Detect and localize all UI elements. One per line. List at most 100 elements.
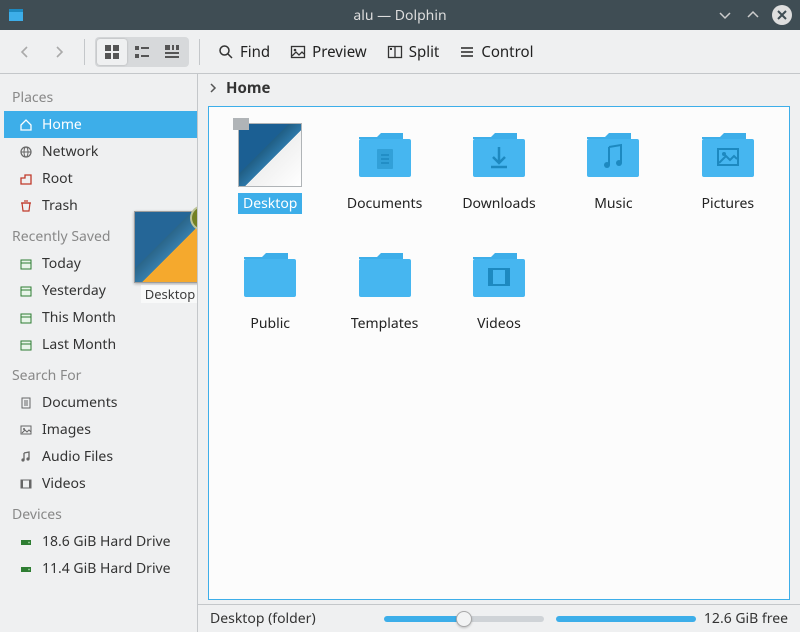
folder-icon	[238, 243, 302, 307]
toolbar: Find Preview Split Control	[0, 30, 800, 74]
search-icon	[218, 44, 234, 60]
preview-label: Preview	[312, 42, 367, 62]
folder-icon	[353, 123, 417, 187]
view-mode-group	[95, 37, 189, 67]
folder-icon	[696, 123, 760, 187]
file-item[interactable]: Videos	[446, 241, 552, 351]
drive-icon	[18, 534, 34, 550]
file-label: Desktop	[238, 193, 302, 214]
control-label: Control	[481, 42, 533, 62]
free-space-text: 12.6 GiB free	[704, 609, 788, 628]
calendar-icon	[18, 337, 34, 353]
sidebar-section-header: Recently Saved	[4, 219, 197, 250]
file-item[interactable]: Desktop	[217, 121, 323, 231]
file-label: Downloads	[457, 193, 540, 214]
free-space-indicator: 12.6 GiB free	[556, 609, 788, 628]
calendar-icon	[18, 283, 34, 299]
preview-button[interactable]: Preview	[282, 38, 375, 66]
file-item[interactable]: Downloads	[446, 121, 552, 231]
sidebar-item[interactable]: Today	[4, 250, 197, 277]
file-label: Public	[245, 313, 295, 334]
sidebar-item[interactable]: Last Month	[4, 331, 197, 358]
close-button[interactable]	[772, 5, 792, 25]
maximize-button[interactable]	[744, 6, 762, 24]
sidebar-item-label: Network	[42, 142, 98, 161]
app-icon	[8, 7, 24, 23]
sidebar-item[interactable]: Images	[4, 416, 197, 443]
nav-forward-button[interactable]	[44, 41, 74, 63]
statusbar: Desktop (folder) 12.6 GiB free	[198, 604, 800, 632]
sidebar-item-label: Yesterday	[42, 281, 106, 300]
breadcrumb-home[interactable]: Home	[226, 78, 270, 98]
file-label: Pictures	[696, 193, 759, 214]
control-button[interactable]: Control	[451, 38, 541, 66]
file-item[interactable]: Pictures	[675, 121, 781, 231]
sidebar-item[interactable]: Audio Files	[4, 443, 197, 470]
sidebar-item-label: This Month	[42, 308, 116, 327]
root-icon	[18, 171, 34, 187]
doc-icon	[18, 395, 34, 411]
sidebar-item-label: Last Month	[42, 335, 116, 354]
sidebar-item[interactable]: Videos	[4, 470, 197, 497]
breadcrumb[interactable]: Home	[198, 74, 800, 102]
titlebar: alu — Dolphin	[0, 0, 800, 30]
folder-icon	[353, 243, 417, 307]
preview-icon	[290, 44, 306, 60]
icon-view[interactable]: Desktop Documents Downloads Music Pictur…	[208, 106, 790, 600]
sidebar-item[interactable]: Network	[4, 138, 197, 165]
network-icon	[18, 144, 34, 160]
sidebar-item[interactable]: This Month	[4, 304, 197, 331]
toolbar-separator	[84, 39, 85, 65]
drive-icon	[18, 561, 34, 577]
desktop-thumbnail	[238, 123, 302, 187]
sidebar-item[interactable]: Home	[4, 111, 197, 138]
nav-back-button[interactable]	[10, 41, 40, 63]
split-icon	[387, 44, 403, 60]
audio-icon	[18, 449, 34, 465]
file-label: Templates	[346, 313, 424, 334]
file-item[interactable]: Templates	[331, 241, 437, 351]
minimize-button[interactable]	[716, 6, 734, 24]
chevron-right-icon	[208, 78, 218, 98]
sidebar-item-label: 18.6 GiB Hard Drive	[42, 532, 171, 551]
home-icon	[18, 117, 34, 133]
sidebar-item-label: Images	[42, 420, 91, 439]
file-item[interactable]: Documents	[331, 121, 437, 231]
details-view-button[interactable]	[157, 39, 187, 65]
split-label: Split	[409, 42, 440, 62]
sidebar-item[interactable]: 11.4 GiB Hard Drive	[4, 555, 197, 582]
sidebar-section-header: Devices	[4, 497, 197, 528]
sidebar-item[interactable]: Trash	[4, 192, 197, 219]
video-icon	[18, 476, 34, 492]
trash-icon	[18, 198, 34, 214]
calendar-icon	[18, 310, 34, 326]
main-area: PlacesHomeNetworkRootTrashRecently Saved…	[0, 74, 800, 632]
file-label: Videos	[472, 313, 526, 334]
zoom-slider[interactable]	[384, 616, 544, 622]
find-button[interactable]: Find	[210, 38, 278, 66]
file-item[interactable]: Public	[217, 241, 323, 351]
sidebar-item[interactable]: Yesterday	[4, 277, 197, 304]
icons-view-button[interactable]	[97, 39, 127, 65]
folder-icon	[467, 123, 531, 187]
sidebar-item-label: Audio Files	[42, 447, 113, 466]
toolbar-separator	[199, 39, 200, 65]
sidebar-item-label: Root	[42, 169, 73, 188]
capacity-bar	[556, 616, 696, 622]
content-area: Home Desktop Documents Downloads Music P…	[198, 74, 800, 632]
split-button[interactable]: Split	[379, 38, 448, 66]
file-item[interactable]: Music	[560, 121, 666, 231]
sidebar-item[interactable]: 18.6 GiB Hard Drive	[4, 528, 197, 555]
sidebar-item[interactable]: Root	[4, 165, 197, 192]
compact-view-button[interactable]	[127, 39, 157, 65]
status-selection: Desktop (folder)	[210, 609, 316, 628]
image-icon	[18, 422, 34, 438]
folder-icon	[467, 243, 531, 307]
sidebar-item-label: Home	[42, 115, 82, 134]
sidebar-section-header: Search For	[4, 358, 197, 389]
sidebar-item-label: 11.4 GiB Hard Drive	[42, 559, 171, 578]
zoom-slider-thumb[interactable]	[456, 611, 472, 627]
places-panel: PlacesHomeNetworkRootTrashRecently Saved…	[0, 74, 198, 632]
sidebar-item[interactable]: Documents	[4, 389, 197, 416]
sidebar-item-label: Today	[42, 254, 81, 273]
